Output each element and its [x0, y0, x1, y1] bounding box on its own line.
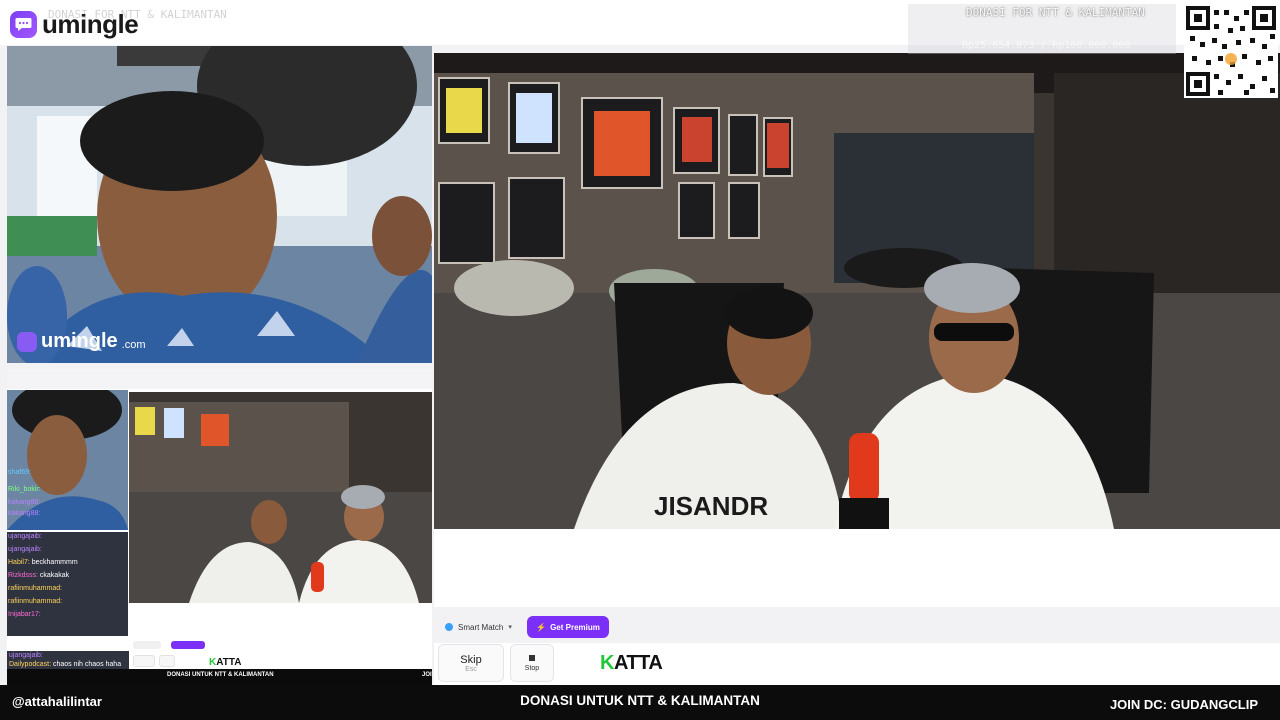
video-placeholder-area — [434, 529, 1280, 607]
chevron-down-icon: ▾ — [508, 624, 512, 631]
stop-icon — [529, 654, 535, 661]
self-camera-feed: JISANDR — [434, 53, 1280, 529]
skip-button[interactable]: Skip Esc — [438, 644, 504, 682]
preview-banner-right: JOI — [422, 672, 432, 678]
watermark-name: umingle — [41, 330, 118, 352]
preview-chat-top: shaf69: Riki_bokir: kakang88: kakang88: — [7, 468, 128, 518]
lightning-icon: ⚡ — [536, 622, 547, 632]
brand-name: umingle — [42, 9, 139, 39]
donation-title: DONASI FOR NTT & KALIMANTAN — [966, 6, 1145, 19]
preview-top-strip — [7, 369, 432, 389]
donation-banner-text: DONASI UNTUK NTT & KALIMANTAN — [520, 693, 760, 708]
stream-layout: DONASI FOR NTT & KALIMANTAN umingle DONA… — [0, 0, 1280, 720]
chat-line: ujangajaib: — [8, 546, 42, 553]
ghost-overlay-text — [9, 48, 267, 110]
katta-logo: KATTA — [600, 652, 663, 675]
chat-line: Inijabar17: — [8, 611, 41, 618]
preview-stranger-video: shaf69: Riki_bokir: kakang88: kakang88: — [7, 390, 128, 530]
qr-code-icon — [1184, 4, 1278, 98]
preview-skip — [133, 655, 155, 667]
preview-banner-text: DONASI UNTUK NTT & KALIMANTAN — [167, 672, 274, 678]
chat-line: kakang88: — [8, 510, 41, 517]
katta-logo-text: ATTA — [613, 652, 663, 674]
chat-line: Riki_bokir: — [8, 486, 41, 493]
skip-label: Skip — [460, 653, 482, 666]
preview-chat: ujangajaib: ujangajaib: Habil7: beckhamm… — [7, 532, 128, 636]
chat-line: Habil7: beckhammmm — [8, 559, 78, 566]
stream-preview: shaf69: Riki_bokir: kakang88: kakang88: — [7, 369, 432, 685]
chat-line: Rizkdsss: ckakakak — [8, 572, 70, 579]
stranger-video: umingle .com — [7, 46, 432, 363]
skip-shortcut-hint: Esc — [465, 665, 477, 673]
bottom-banner: @attahalilintar DONASI UNTUK NTT & KALIM… — [0, 685, 1280, 720]
chat-line: rafiinmuhammad: — [8, 598, 63, 605]
chat-line: shaf69: — [8, 469, 31, 476]
chat-line: rafiinmuhammad: — [8, 585, 63, 592]
umingle-watermark: umingle .com — [17, 330, 146, 353]
preview-controls: KATTA — [129, 639, 432, 669]
donation-overlay: DONASI FOR NTT & KALIMANTAN Rp25.654.873… — [908, 4, 1176, 54]
preview-premium — [171, 641, 205, 649]
preview-katta-logo: KATTA — [209, 657, 242, 668]
chat-bubble-icon — [10, 11, 37, 38]
discord-invite-text: JOIN DC: GUDANGCLIP — [1109, 697, 1258, 712]
smart-match-dropdown[interactable]: Smart Match ▾ — [438, 616, 519, 638]
chat-bubble-icon — [17, 331, 37, 352]
globe-icon — [445, 623, 453, 631]
watermark-domain: .com — [121, 338, 146, 351]
stop-button[interactable]: Stop — [510, 644, 554, 682]
chat-line: kakang88: — [8, 499, 41, 506]
svg-text:JISANDR: JISANDR — [654, 491, 768, 521]
chat-line: Dailypodcast: chaos nih chaos haha — [9, 661, 122, 668]
preview-chat-bottom: ujangajaib: Dailypodcast: chaos nih chao… — [7, 651, 129, 669]
katta-logo-k: K — [600, 652, 614, 674]
preview-self-feed — [129, 392, 432, 603]
donation-amount: Rp25.654.873 / Rp100.000.000 — [962, 40, 1131, 51]
premium-label: Get Premium — [550, 622, 600, 632]
chat-line: ujangajaib: — [9, 652, 43, 659]
preview-self-video — [129, 392, 432, 603]
smart-match-label: Smart Match — [458, 622, 504, 632]
umingle-logo[interactable]: umingle — [10, 9, 139, 40]
preview-banner: DONASI UNTUK NTT & KALIMANTAN JOI — [7, 669, 432, 685]
stop-label: Stop — [524, 664, 540, 672]
chat-line: ujangajaib: — [8, 533, 42, 540]
get-premium-button[interactable]: ⚡ Get Premium — [527, 616, 609, 638]
self-video: JISANDR — [434, 53, 1280, 529]
preview-smart-match — [133, 641, 161, 649]
preview-stop — [159, 655, 175, 667]
control-bar — [434, 643, 1280, 685]
